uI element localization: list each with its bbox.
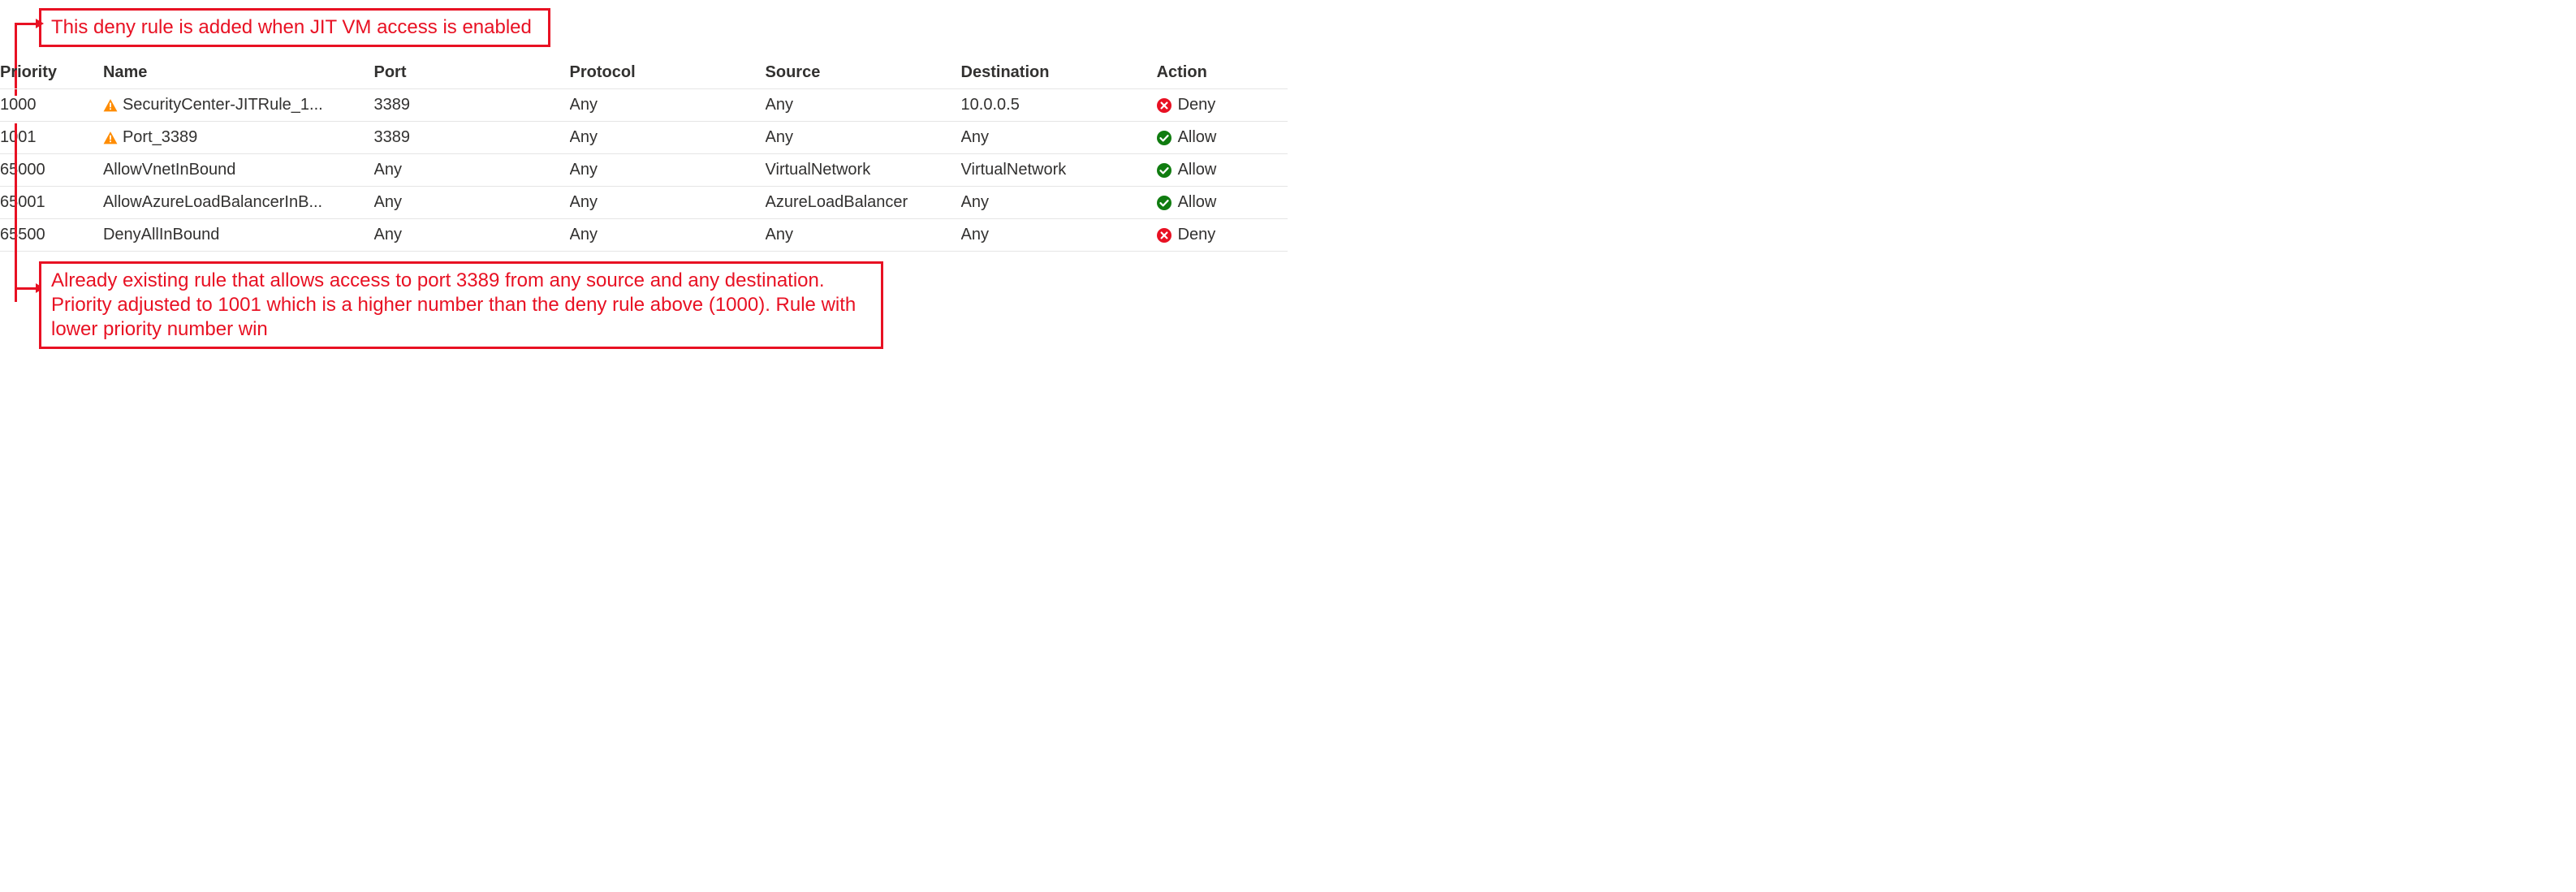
table-row[interactable]: 65000AllowVnetInBoundAnyAnyVirtualNetwor… <box>0 154 1288 187</box>
cell-port: Any <box>374 154 570 187</box>
warning-icon <box>103 131 118 145</box>
cell-protocol: Any <box>570 122 766 154</box>
cell-port: 3389 <box>374 89 570 122</box>
cell-source: VirtualNetwork <box>766 154 961 187</box>
cell-source: Any <box>766 122 961 154</box>
callout-arrow-icon <box>36 19 44 28</box>
cell-port: 3389 <box>374 122 570 154</box>
action-text: Allow <box>1178 128 1217 147</box>
col-protocol-header[interactable]: Protocol <box>570 57 766 89</box>
deny-icon <box>1157 98 1171 113</box>
cell-action: Deny <box>1157 89 1288 122</box>
cell-destination: Any <box>961 187 1157 219</box>
cell-action: Deny <box>1157 219 1288 252</box>
cell-name[interactable]: Port_3389 <box>103 122 374 154</box>
col-action-header[interactable]: Action <box>1157 57 1288 89</box>
cell-protocol: Any <box>570 154 766 187</box>
cell-action: Allow <box>1157 187 1288 219</box>
cell-priority: 1000 <box>0 89 103 122</box>
cell-port: Any <box>374 187 570 219</box>
callout-line <box>15 256 17 287</box>
cell-name[interactable]: DenyAllInBound <box>103 219 374 252</box>
deny-icon <box>1157 228 1171 243</box>
rule-name-text: AllowVnetInBound <box>103 161 235 179</box>
rule-name-text: SecurityCenter-JITRule_1... <box>123 96 323 114</box>
rule-name-text: AllowAzureLoadBalancerInB... <box>103 193 322 212</box>
cell-name[interactable]: AllowAzureLoadBalancerInB... <box>103 187 374 219</box>
cell-destination: 10.0.0.5 <box>961 89 1157 122</box>
cell-protocol: Any <box>570 187 766 219</box>
col-source-header[interactable]: Source <box>766 57 961 89</box>
cell-name[interactable]: SecurityCenter-JITRule_1... <box>103 89 374 122</box>
rule-name-text: DenyAllInBound <box>103 226 219 244</box>
cell-destination: VirtualNetwork <box>961 154 1157 187</box>
annotation-top-text: This deny rule is added when JIT VM acce… <box>51 16 532 38</box>
cell-destination: Any <box>961 219 1157 252</box>
annotation-bottom: Already existing rule that allows access… <box>39 261 883 349</box>
allow-icon <box>1157 163 1171 178</box>
table-header-row: Priority Name Port Protocol Source Desti… <box>0 57 1288 89</box>
table-row[interactable]: 1000 SecurityCenter-JITRule_1...3389AnyA… <box>0 89 1288 122</box>
action-text: Deny <box>1178 96 1216 114</box>
cell-destination: Any <box>961 122 1157 154</box>
col-name-header[interactable]: Name <box>103 57 374 89</box>
cell-port: Any <box>374 219 570 252</box>
cell-name[interactable]: AllowVnetInBound <box>103 154 374 187</box>
annotation-top: This deny rule is added when JIT VM acce… <box>39 8 550 47</box>
col-priority-header[interactable]: Priority <box>0 57 103 89</box>
table-row[interactable]: 65500DenyAllInBoundAnyAnyAnyAny Deny <box>0 219 1288 252</box>
allow-icon <box>1157 196 1171 210</box>
nsg-rules-table: Priority Name Port Protocol Source Desti… <box>0 57 1288 252</box>
allow-icon <box>1157 131 1171 145</box>
cell-source: Any <box>766 219 961 252</box>
cell-action: Allow <box>1157 154 1288 187</box>
cell-protocol: Any <box>570 219 766 252</box>
annotation-bottom-text: Already existing rule that allows access… <box>51 269 856 340</box>
table-row[interactable]: 65001AllowAzureLoadBalancerInB...AnyAnyA… <box>0 187 1288 219</box>
action-text: Allow <box>1178 193 1217 212</box>
rule-name-text: Port_3389 <box>123 128 197 147</box>
cell-action: Allow <box>1157 122 1288 154</box>
col-destination-header[interactable]: Destination <box>961 57 1157 89</box>
col-port-header[interactable]: Port <box>374 57 570 89</box>
action-text: Deny <box>1178 226 1216 244</box>
action-text: Allow <box>1178 161 1217 179</box>
cell-protocol: Any <box>570 89 766 122</box>
table-row[interactable]: 1001 Port_33893389AnyAnyAny Allow <box>0 122 1288 154</box>
cell-source: AzureLoadBalancer <box>766 187 961 219</box>
warning-icon <box>103 98 118 113</box>
cell-source: Any <box>766 89 961 122</box>
